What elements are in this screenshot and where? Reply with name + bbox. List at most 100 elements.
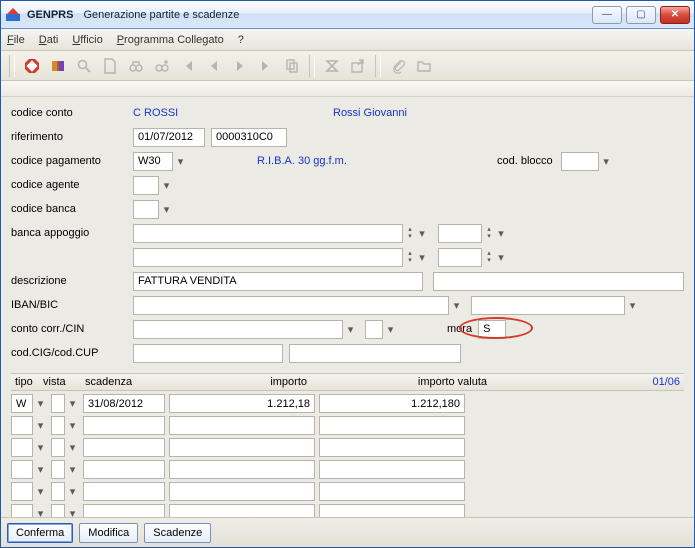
export-icon[interactable]	[347, 55, 369, 77]
close-button[interactable]: ✕	[660, 6, 690, 24]
importo-valuta-input[interactable]	[319, 460, 465, 479]
codice-banca-dropdown[interactable]: ▾	[159, 200, 173, 219]
banca-appoggio-updown-2[interactable]: ▴▾	[404, 248, 416, 267]
importo-valuta-input[interactable]	[319, 394, 465, 413]
tipo-input[interactable]	[11, 416, 33, 435]
scadenza-input[interactable]	[83, 438, 165, 457]
scadenze-button[interactable]: Scadenze	[144, 523, 211, 543]
folder-icon[interactable]	[413, 55, 435, 77]
binoc-plus-icon[interactable]	[151, 55, 173, 77]
vista-input[interactable]	[51, 416, 65, 435]
banca-appoggio-dropdown-2[interactable]: ▾	[416, 250, 428, 264]
codice-agente-input[interactable]	[133, 176, 159, 195]
cig-input[interactable]	[133, 344, 283, 363]
banca-appoggio-right-1[interactable]	[438, 224, 482, 243]
menu-help[interactable]: ?	[238, 34, 244, 46]
scadenza-input[interactable]	[83, 394, 165, 413]
importo-input[interactable]	[169, 416, 315, 435]
bic-dropdown[interactable]: ▾	[625, 296, 639, 315]
cin-dropdown[interactable]: ▾	[383, 320, 397, 339]
riferimento-code-input[interactable]	[211, 128, 287, 147]
vista-dropdown[interactable]: ▾	[65, 460, 79, 479]
codice-agente-dropdown[interactable]: ▾	[159, 176, 173, 195]
tipo-dropdown[interactable]: ▾	[33, 482, 47, 501]
codice-banca-input[interactable]	[133, 200, 159, 219]
tipo-dropdown[interactable]: ▾	[33, 504, 47, 517]
vista-input[interactable]	[51, 504, 65, 517]
pagamento-code-input[interactable]	[133, 152, 173, 171]
banca-appoggio-right-2[interactable]	[438, 248, 482, 267]
scadenza-input[interactable]	[83, 416, 165, 435]
vista-dropdown[interactable]: ▾	[65, 394, 79, 413]
vista-dropdown[interactable]: ▾	[65, 482, 79, 501]
vista-input[interactable]	[51, 438, 65, 457]
copy-icon[interactable]	[281, 55, 303, 77]
vista-input[interactable]	[51, 394, 65, 413]
menu-dati[interactable]: Dati	[39, 34, 59, 46]
descrizione-input[interactable]	[133, 272, 423, 291]
tipo-input[interactable]	[11, 482, 33, 501]
minimize-button[interactable]: —	[592, 6, 622, 24]
iban-input[interactable]	[133, 296, 449, 315]
importo-input[interactable]	[169, 504, 315, 517]
vista-input[interactable]	[51, 482, 65, 501]
tipo-dropdown[interactable]: ▾	[33, 416, 47, 435]
conto-corr-dropdown[interactable]: ▾	[343, 320, 357, 339]
last-icon[interactable]	[255, 55, 277, 77]
iban-dropdown[interactable]: ▾	[449, 296, 463, 315]
modifica-button[interactable]: Modifica	[79, 523, 138, 543]
tipo-input[interactable]	[11, 504, 33, 517]
conto-corr-input[interactable]	[133, 320, 343, 339]
binoc-icon[interactable]	[125, 55, 147, 77]
tipo-dropdown[interactable]: ▾	[33, 394, 47, 413]
scadenza-input[interactable]	[83, 460, 165, 479]
riferimento-date-input[interactable]	[133, 128, 205, 147]
descrizione-right-input[interactable]	[433, 272, 684, 291]
tipo-dropdown[interactable]: ▾	[33, 460, 47, 479]
menu-ufficio[interactable]: Ufficio	[72, 34, 102, 46]
sigma-icon[interactable]	[321, 55, 343, 77]
vista-dropdown[interactable]: ▾	[65, 504, 79, 517]
importo-input[interactable]	[169, 482, 315, 501]
banca-appoggio-right-updown-2[interactable]: ▴▾	[483, 248, 495, 267]
importo-input[interactable]	[169, 460, 315, 479]
banca-appoggio-input-2[interactable]	[133, 248, 403, 267]
cod-blocco-dropdown[interactable]: ▾	[599, 152, 613, 171]
importo-valuta-input[interactable]	[319, 504, 465, 517]
banca-appoggio-updown-1[interactable]: ▴▾	[404, 224, 416, 243]
banca-appoggio-right-updown-1[interactable]: ▴▾	[483, 224, 495, 243]
attach-icon[interactable]	[387, 55, 409, 77]
tipo-input[interactable]	[11, 438, 33, 457]
stop-icon[interactable]	[21, 55, 43, 77]
banca-appoggio-input-1[interactable]	[133, 224, 403, 243]
menu-programma[interactable]: Programma Collegato	[117, 34, 224, 46]
tipo-dropdown[interactable]: ▾	[33, 438, 47, 457]
book-icon[interactable]	[47, 55, 69, 77]
importo-input[interactable]	[169, 438, 315, 457]
banca-appoggio-right-dropdown-2[interactable]: ▾	[495, 250, 507, 264]
cin-input[interactable]	[365, 320, 383, 339]
search-icon[interactable]	[73, 55, 95, 77]
codice-conto-value[interactable]: C ROSSI	[133, 107, 333, 119]
cod-blocco-input[interactable]	[561, 152, 599, 171]
cup-input[interactable]	[289, 344, 461, 363]
scadenza-input[interactable]	[83, 482, 165, 501]
vista-input[interactable]	[51, 460, 65, 479]
importo-valuta-input[interactable]	[319, 416, 465, 435]
banca-appoggio-dropdown-1[interactable]: ▾	[416, 226, 428, 240]
mora-input[interactable]	[478, 320, 506, 339]
importo-valuta-input[interactable]	[319, 482, 465, 501]
maximize-button[interactable]: ▢	[626, 6, 656, 24]
prev-icon[interactable]	[203, 55, 225, 77]
importo-valuta-input[interactable]	[319, 438, 465, 457]
vista-dropdown[interactable]: ▾	[65, 416, 79, 435]
pagamento-code-dropdown[interactable]: ▾	[173, 152, 187, 171]
menu-file[interactable]: File	[7, 34, 25, 46]
banca-appoggio-right-dropdown-1[interactable]: ▾	[495, 226, 507, 240]
conferma-button[interactable]: Conferma	[7, 523, 73, 543]
doc-icon[interactable]	[99, 55, 121, 77]
tipo-input[interactable]	[11, 460, 33, 479]
bic-input[interactable]	[471, 296, 625, 315]
next-icon[interactable]	[229, 55, 251, 77]
tipo-input[interactable]	[11, 394, 33, 413]
